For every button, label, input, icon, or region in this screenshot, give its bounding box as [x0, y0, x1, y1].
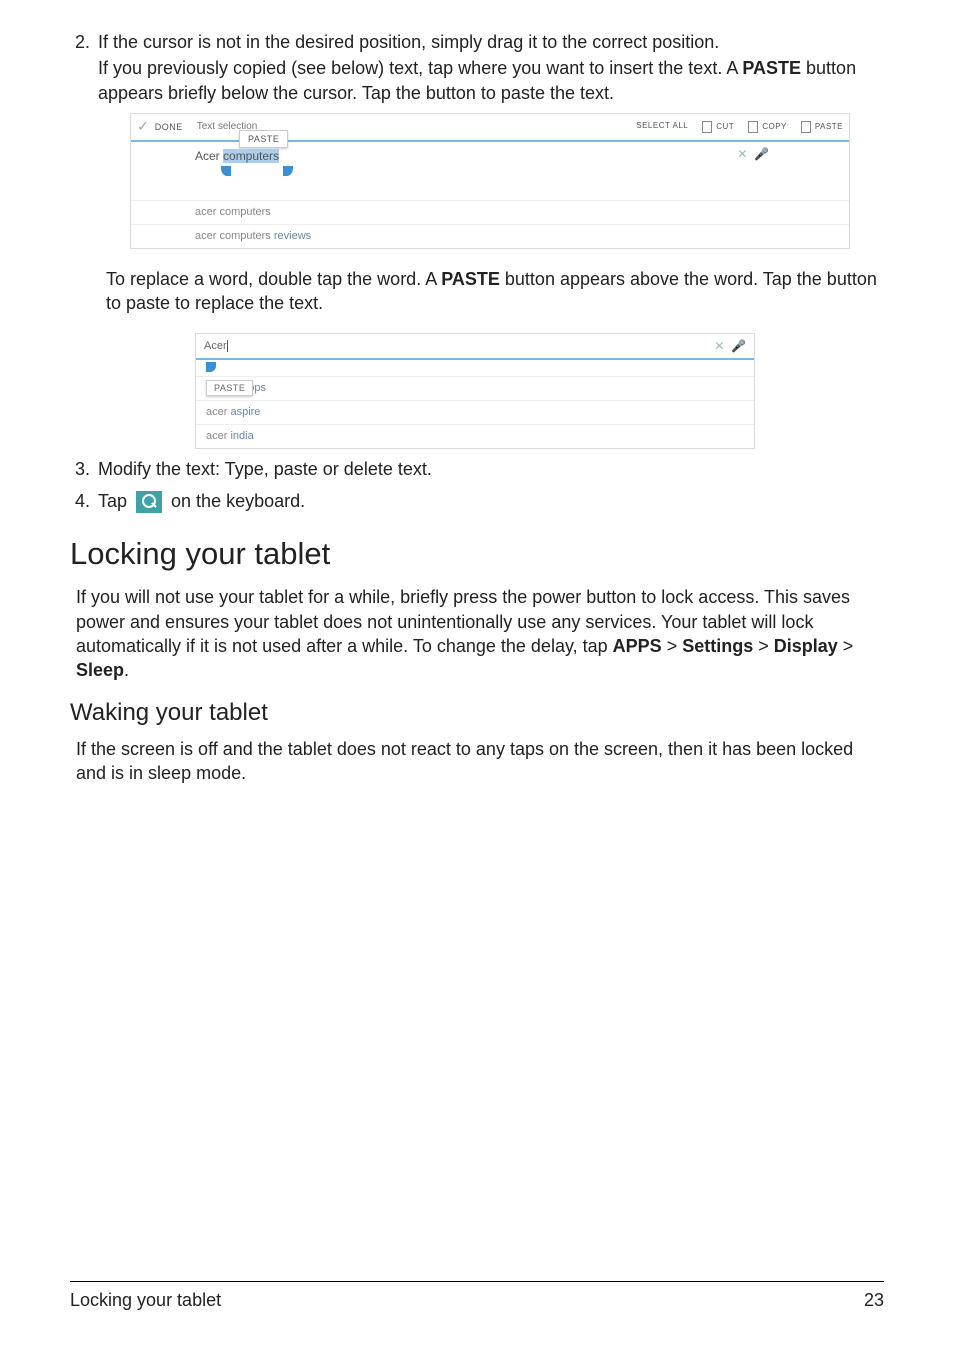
suggestion-row: acer computers reviews	[131, 224, 849, 248]
search-row: Acer computers ✕ 🎤	[131, 142, 849, 200]
page-number: 23	[864, 1288, 884, 1312]
heading-waking: Waking your tablet	[70, 697, 884, 729]
list-number: 4.	[70, 489, 98, 515]
paragraph: To replace a word, double tap the word. …	[106, 267, 884, 316]
done-label: DONE	[155, 121, 183, 133]
paste-bold: PASTE	[742, 58, 801, 78]
screenshot-paste-replace: Acer ✕ 🎤 acer laptops PASTE acer aspire …	[195, 333, 755, 449]
text: on the keyboard.	[166, 491, 305, 511]
input-icons: ✕ 🎤	[737, 146, 769, 162]
checkmark-icon: ✓	[137, 117, 149, 136]
select-all-action: SELECT ALL	[636, 121, 688, 132]
selection-handle-left	[221, 166, 231, 176]
paragraph: If you previously copied (see below) tex…	[98, 56, 884, 105]
search-text: Acer computers	[195, 149, 279, 163]
settings-bold: Settings	[682, 636, 753, 656]
selection-handles	[195, 166, 849, 178]
selection-toolbar: ✓ DONE Text selection PASTE SELECT ALL C…	[131, 114, 849, 142]
mic-icon: 🎤	[754, 147, 769, 161]
paragraph: If you will not use your tablet for a wh…	[76, 585, 884, 682]
text: Tap	[98, 491, 132, 511]
paragraph: If the screen is off and the tablet does…	[76, 737, 884, 786]
text-cursor	[227, 340, 228, 352]
text: To replace a word, double tap the word. …	[106, 269, 441, 289]
display-bold: Display	[774, 636, 838, 656]
screenshot-text-selection: ✓ DONE Text selection PASTE SELECT ALL C…	[130, 113, 850, 249]
paste-bold: PASTE	[441, 269, 500, 289]
apps-bold: APPS	[613, 636, 662, 656]
heading-locking: Locking your tablet	[70, 533, 884, 575]
list-content: Tap on the keyboard.	[98, 489, 884, 515]
list-item-2: 2. If the cursor is not in the desired p…	[70, 30, 884, 107]
mic-icon: 🎤	[731, 339, 746, 353]
paragraph: Tap on the keyboard.	[98, 489, 884, 513]
footer-title: Locking your tablet	[70, 1288, 221, 1312]
selection-handle-right	[283, 166, 293, 176]
copy-action: COPY	[748, 121, 787, 133]
text: Acer	[195, 149, 223, 163]
list-number: 3.	[70, 457, 98, 483]
suggestion-row: acer aspire	[196, 400, 754, 424]
list-content: If the cursor is not in the desired posi…	[98, 30, 884, 107]
suggestion-row: acer computers	[131, 200, 849, 224]
list-item-3: 3. Modify the text: Type, paste or delet…	[70, 457, 884, 483]
cursor-handle	[206, 362, 216, 372]
paste-chip: PASTE	[206, 380, 253, 396]
search-icon	[136, 491, 162, 513]
paste-icon	[801, 121, 811, 133]
search-input-row: Acer ✕ 🎤	[196, 334, 754, 360]
paste-action: PASTE	[801, 121, 843, 133]
cut-action: CUT	[702, 121, 734, 133]
search-input-text: Acer	[204, 339, 227, 354]
list-content: Modify the text: Type, paste or delete t…	[98, 457, 884, 483]
highlighted-text: computers	[223, 149, 279, 163]
close-icon: ✕	[737, 147, 747, 161]
input-icons: ✕ 🎤	[714, 338, 746, 354]
page-footer: Locking your tablet 23	[70, 1281, 884, 1312]
suggestion-row: acer india	[196, 424, 754, 448]
text: If the cursor is not in the desired posi…	[98, 32, 719, 52]
sleep-bold: Sleep	[76, 660, 124, 680]
paragraph: Modify the text: Type, paste or delete t…	[98, 457, 884, 481]
cut-icon	[702, 121, 712, 133]
list-item-4: 4. Tap on the keyboard.	[70, 489, 884, 515]
list-number: 2.	[70, 30, 98, 107]
copy-icon	[748, 121, 758, 133]
paragraph: If the cursor is not in the desired posi…	[98, 30, 884, 54]
close-icon: ✕	[714, 339, 724, 353]
toolbar-actions: SELECT ALL CUT COPY PASTE	[636, 121, 843, 133]
suggestion-row: acer laptops	[196, 376, 754, 400]
text: If you previously copied (see below) tex…	[98, 58, 742, 78]
